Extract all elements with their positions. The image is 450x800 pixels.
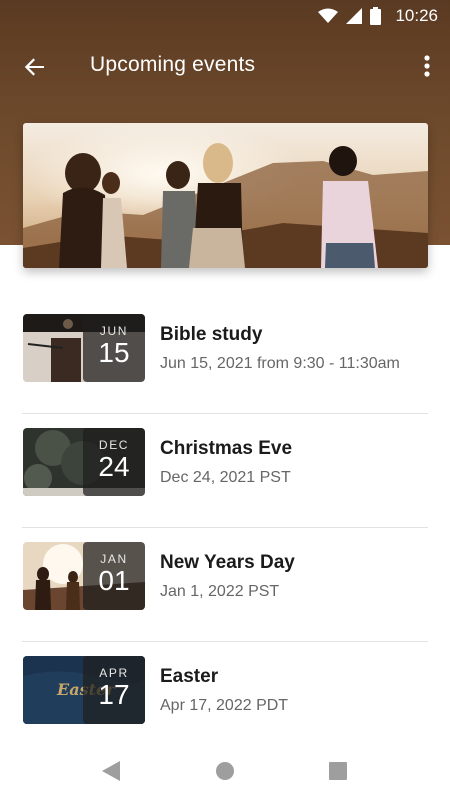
event-title: Easter [160, 666, 219, 687]
battery-icon [370, 7, 382, 25]
status-time: 10:26 [395, 6, 438, 25]
event-text: New Years Day Jan 1, 2022 PST [160, 552, 428, 601]
more-vert-icon[interactable] [418, 50, 436, 82]
event-thumbnail: DEC 24 [23, 428, 145, 496]
event-subtitle: Jan 1, 2022 PST [160, 583, 280, 600]
event-title: New Years Day [160, 552, 295, 573]
event-title: Christmas Eve [160, 438, 293, 459]
date-month: APR [99, 666, 129, 680]
event-thumbnail: JAN 01 [23, 542, 145, 610]
event-list: JUN 15 Bible study Jun 15, 2021 from 9:3… [22, 300, 428, 756]
system-nav-bar [0, 740, 450, 800]
event-text: Christmas Eve Dec 24, 2021 PST [160, 438, 428, 487]
event-subtitle: Apr 17, 2022 PDT [160, 697, 289, 714]
event-thumbnail: Easter APR 17 [23, 656, 145, 724]
hero-image [23, 123, 428, 268]
date-badge: JUN 15 [83, 314, 145, 382]
date-month: JAN [100, 552, 128, 566]
date-badge: DEC 24 [83, 428, 145, 496]
date-month: DEC [98, 438, 130, 452]
status-bar: 10:26 [0, 0, 450, 32]
date-day: 24 [98, 451, 130, 482]
event-text: Bible study Jun 15, 2021 from 9:30 - 11:… [160, 324, 428, 373]
event-text: Easter Apr 17, 2022 PDT [160, 666, 428, 715]
page-title: Upcoming events [90, 53, 256, 76]
app-bar: Upcoming events [0, 36, 450, 96]
event-thumbnail: JUN 15 [23, 314, 145, 382]
date-badge: APR 17 [83, 656, 145, 724]
list-item[interactable]: DEC 24 Christmas Eve Dec 24, 2021 PST [22, 414, 428, 528]
list-item[interactable]: JAN 01 New Years Day Jan 1, 2022 PST [22, 528, 428, 642]
date-day: 15 [98, 337, 130, 368]
signal-icon [346, 8, 363, 24]
recents-square-icon[interactable] [327, 760, 349, 787]
list-item[interactable]: Easter APR 17 Easter Apr 17, 2022 PDT [22, 642, 428, 756]
back-triangle-icon[interactable] [100, 760, 122, 787]
date-badge: JAN 01 [83, 542, 145, 610]
event-subtitle: Dec 24, 2021 PST [160, 469, 291, 486]
event-subtitle: Jun 15, 2021 from 9:30 - 11:30am [160, 355, 400, 372]
wifi-icon [318, 8, 339, 24]
date-day: 17 [98, 679, 130, 710]
list-item[interactable]: JUN 15 Bible study Jun 15, 2021 from 9:3… [22, 300, 428, 414]
date-month: JUN [99, 324, 129, 338]
home-circle-icon[interactable] [214, 760, 236, 787]
date-day: 01 [98, 565, 130, 596]
event-title: Bible study [160, 324, 263, 345]
arrow-back-icon[interactable] [20, 52, 50, 82]
